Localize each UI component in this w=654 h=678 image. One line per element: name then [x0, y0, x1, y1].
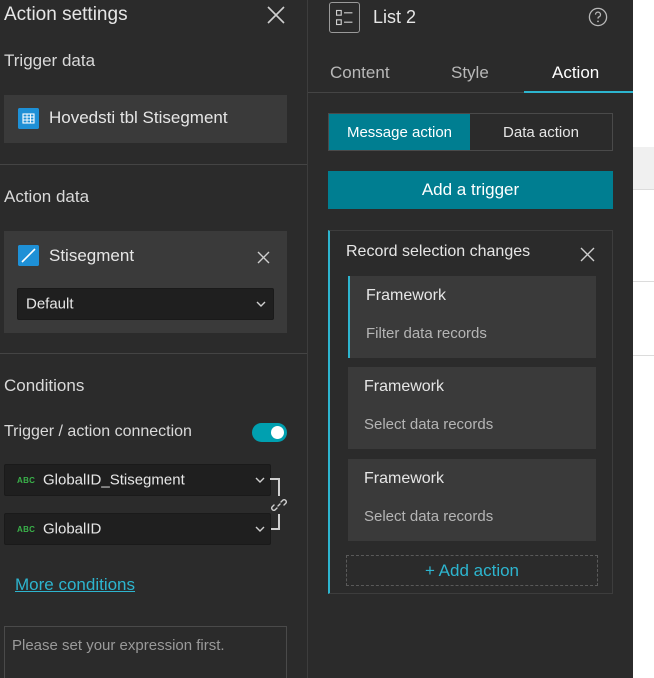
message-action-tab[interactable]: Message action: [329, 114, 470, 150]
view-select-value: Default: [26, 295, 74, 313]
view-select[interactable]: Default: [17, 288, 274, 320]
action-item-subtitle: Select data records: [364, 508, 494, 525]
action-item-subtitle: Select data records: [364, 416, 494, 433]
divider: [633, 281, 654, 282]
divider: [0, 353, 307, 354]
canvas-header-band: [633, 147, 654, 189]
action-item[interactable]: Framework Select data records: [348, 459, 596, 541]
panel-header: Action settings: [4, 2, 294, 28]
trigger-data-source: Hovedsti tbl Stisegment: [49, 108, 228, 127]
panel-title: Action settings: [4, 4, 128, 25]
more-conditions-link[interactable]: More conditions: [15, 575, 135, 595]
divider: [0, 164, 307, 165]
trigger-data-card[interactable]: Hovedsti tbl Stisegment: [4, 95, 287, 143]
trigger-title: Record selection changes: [346, 243, 531, 260]
action-item[interactable]: Framework Filter data records: [348, 276, 596, 358]
action-item-subtitle: Filter data records: [366, 325, 487, 342]
help-icon[interactable]: [588, 7, 608, 27]
widget-settings-panel: List 2 Content Style Action Message acti…: [308, 0, 633, 678]
chevron-down-icon: [256, 301, 266, 307]
tab-action[interactable]: Action: [552, 63, 599, 83]
add-action-button[interactable]: + Add action: [346, 555, 598, 586]
action-type-switch: Message action Data action: [328, 113, 613, 151]
string-field-icon: ABC: [17, 525, 36, 534]
connection-label: Trigger / action connection: [4, 423, 192, 440]
data-action-tab[interactable]: Data action: [470, 114, 612, 150]
action-item[interactable]: Framework Select data records: [348, 367, 596, 449]
action-item-title: Framework: [364, 470, 445, 487]
expression-placeholder: Please set your expression first.: [12, 637, 225, 654]
widget-title: List 2: [373, 7, 417, 27]
action-item-title: Framework: [366, 287, 447, 304]
trigger-card: Record selection changes Framework Filte…: [328, 230, 613, 594]
table-icon: [18, 108, 39, 129]
active-tab-indicator: [524, 91, 633, 93]
toggle-knob: [271, 426, 284, 439]
connection-toggle[interactable]: [252, 423, 287, 442]
action-field-select[interactable]: ABC GlobalID: [4, 513, 271, 545]
canvas-edge: [633, 0, 654, 678]
action-data-source: Stisegment: [49, 246, 135, 265]
close-icon[interactable]: [256, 250, 271, 265]
trigger-field-select[interactable]: ABC GlobalID_Stisegment: [4, 464, 271, 496]
trigger-data-heading: Trigger data: [4, 51, 96, 70]
conditions-heading: Conditions: [4, 376, 85, 395]
divider: [633, 189, 654, 190]
chevron-down-icon: [255, 526, 265, 532]
string-field-icon: ABC: [17, 476, 36, 485]
tab-content[interactable]: Content: [330, 63, 390, 83]
close-icon[interactable]: [579, 246, 596, 263]
add-trigger-button[interactable]: Add a trigger: [328, 171, 613, 209]
widget-header: List 2: [308, 0, 633, 38]
action-data-heading: Action data: [4, 187, 90, 206]
chevron-down-icon: [255, 477, 265, 483]
action-settings-panel: Action settings Trigger data Hovedsti tb…: [0, 0, 308, 678]
expression-box[interactable]: Please set your expression first.: [4, 626, 287, 678]
list-widget-icon: [329, 2, 360, 33]
divider: [633, 355, 654, 356]
line-layer-icon: [18, 245, 39, 266]
close-icon[interactable]: [265, 4, 287, 26]
link-icon[interactable]: [270, 496, 288, 514]
trigger-field-value: GlobalID_Stisegment: [43, 471, 185, 489]
tab-style[interactable]: Style: [451, 63, 489, 83]
settings-tabs: Content Style Action: [308, 55, 633, 93]
action-data-card: Stisegment Default: [4, 231, 287, 333]
action-field-value: GlobalID: [43, 520, 102, 538]
action-item-title: Framework: [364, 378, 445, 395]
